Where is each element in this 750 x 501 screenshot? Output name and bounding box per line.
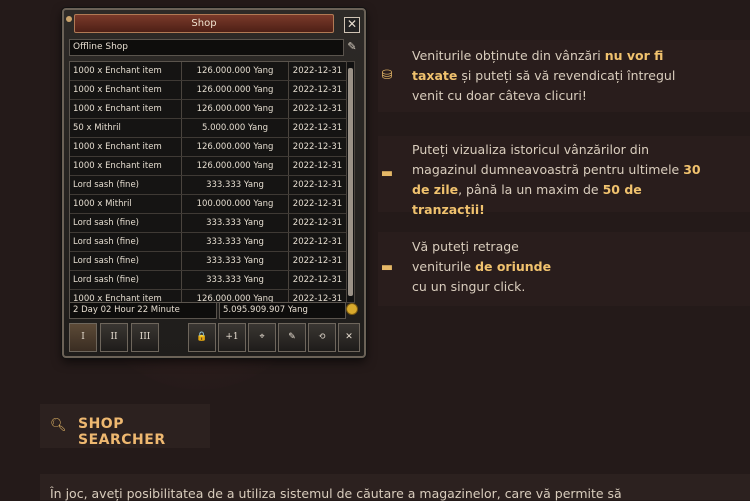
row-date: 2022-12-31 (292, 218, 343, 228)
table-row[interactable]: 1000 x Enchant item 126.000.000 Yang 2022-… (70, 100, 346, 119)
description-panel: În joc, aveți posibilitatea de a utiliza… (40, 474, 750, 501)
info-history-text: Puteți vizualiza istoricul vânzărilor di… (412, 142, 680, 177)
row-price: 333.333 Yang (182, 214, 289, 232)
time-left-field: 2 Day 02 Hour 22 Minute (69, 302, 217, 319)
row-price: 333.333 Yang (182, 252, 289, 270)
shop-name-field[interactable]: Offline Shop (69, 39, 344, 56)
info-text-tax: Veniturile obținute din vânzări nu vor f… (412, 46, 692, 106)
row-date: 2022-12-31 (292, 142, 343, 152)
info-text-history: Puteți vizualiza istoricul vânzărilor di… (412, 140, 712, 220)
row-item-name: Lord sash (fine) (70, 271, 182, 289)
page-1-button[interactable]: I (69, 323, 97, 352)
row-item-name: 1000 x Enchant item (70, 100, 182, 118)
rename-pencil-icon[interactable]: ✎ (345, 40, 359, 54)
info-history-mid: , până la un maxim de (458, 182, 603, 197)
location-button[interactable]: ⌖ (248, 323, 276, 352)
row-date: 2022-12-31 (292, 237, 343, 247)
table-row[interactable]: Lord sash (fine) 333.333 Yang 2022-12-31 (70, 252, 346, 271)
row-item-name: 1000 x Enchant item (70, 157, 182, 175)
row-item-name: 1000 x Enchant item (70, 62, 182, 80)
row-price: 100.000.000 Yang (182, 195, 289, 213)
row-item-name: 1000 x Enchant item (70, 138, 182, 156)
description-text: În joc, aveți posibilitatea de a utiliza… (50, 486, 622, 501)
row-price: 126.000.000 Yang (182, 62, 289, 80)
edit-button[interactable]: ✎ (278, 323, 306, 352)
row-item-name: 1000 x Mithril (70, 195, 182, 213)
row-price: 126.000.000 Yang (182, 81, 289, 99)
row-date: 2022-12-31 (292, 199, 343, 209)
close-shop-button[interactable]: ✕ (338, 323, 360, 352)
table-row[interactable]: Lord sash (fine) 333.333 Yang 2022-12-31 (70, 214, 346, 233)
box-icon-2: ▬ (380, 260, 394, 275)
row-price: 126.000.000 Yang (182, 100, 289, 118)
info-withdraw-line2: veniturile (412, 259, 476, 274)
row-date: 2022-12-31 (292, 104, 343, 114)
plus-one-button[interactable]: +1 (218, 323, 246, 352)
row-date: 2022-12-31 (292, 275, 343, 285)
coins-icon: ⛁ (381, 68, 393, 83)
row-price: 333.333 Yang (182, 176, 289, 194)
row-date: 2022-12-31 (292, 123, 343, 133)
row-item-name: Lord sash (fine) (70, 252, 182, 270)
row-price: 5.000.000 Yang (182, 119, 289, 137)
row-item-name: Lord sash (fine) (70, 214, 182, 232)
table-row[interactable]: Lord sash (fine) 333.333 Yang 2022-12-31 (70, 233, 346, 252)
shop-window: Shop ✕ Offline Shop ✎ 1000 x Enchant ite… (62, 8, 366, 358)
yang-coin-icon[interactable] (346, 303, 358, 315)
window-title: Shop (74, 14, 334, 33)
row-item-name: 1000 x Enchant item (70, 81, 182, 99)
box-icon: ▬ (380, 166, 394, 181)
row-price: 333.333 Yang (182, 271, 289, 289)
row-item-name: Lord sash (fine) (70, 176, 182, 194)
scrollbar-thumb[interactable] (348, 68, 353, 296)
table-row[interactable]: 1000 x Enchant item 126.000.000 Yang 2022-… (70, 157, 346, 176)
row-item-name: Lord sash (fine) (70, 233, 182, 251)
info-withdraw-bold: de oriunde (475, 259, 552, 274)
table-scrollbar[interactable] (346, 61, 355, 303)
table-row[interactable]: Lord sash (fine) 333.333 Yang 2022-12-31 (70, 176, 346, 195)
total-yang-field: 5.095.909.907 Yang (219, 302, 346, 319)
row-price: 333.333 Yang (182, 233, 289, 251)
info-block-history: ▬ Puteți vizualiza istoricul vânzărilor … (378, 136, 750, 217)
table-row[interactable]: 1000 x Mithril 100.000.000 Yang 2022-12-31 (70, 195, 346, 214)
history-button[interactable]: ⟲ (308, 323, 336, 352)
info-block-tax: ⛁ Veniturile obținute din vânzări nu vor… (378, 40, 750, 112)
row-price: 126.000.000 Yang (182, 157, 289, 175)
search-icon: 🔍︎ (50, 418, 67, 433)
table-row[interactable]: Lord sash (fine) 333.333 Yang 2022-12-31 (70, 271, 346, 290)
info-tax-pre: Veniturile obținute din vânzări (412, 48, 605, 63)
page-2-button[interactable]: II (100, 323, 128, 352)
row-price: 126.000.000 Yang (182, 138, 289, 156)
table-row[interactable]: 1000 x Enchant item 126.000.000 Yang 2022-… (70, 81, 346, 100)
row-date: 2022-12-31 (292, 66, 343, 76)
row-item-name: 50 x Mithril (70, 119, 182, 137)
info-block-withdraw: ▬ Vă puteți retrage veniturile de oriund… (378, 232, 750, 306)
window-knob-icon (66, 16, 72, 22)
row-date: 2022-12-31 (292, 256, 343, 266)
shop-searcher-title: SHOP SEARCHER (78, 416, 166, 448)
lock-button[interactable]: 🔒 (188, 323, 216, 352)
info-text-withdraw: Vă puteți retrage veniturile de oriunde … (412, 237, 692, 297)
table-row[interactable]: 1000 x Enchant item 126.000.000 Yang 2022-… (70, 138, 346, 157)
table-row[interactable]: 1000 x Enchant item 126.000.000 Yang 2022-… (70, 62, 346, 81)
row-date: 2022-12-31 (292, 85, 343, 95)
info-withdraw-line1: Vă puteți retrage (412, 239, 519, 254)
sales-history-table: 1000 x Enchant item 126.000.000 Yang 2022-… (69, 61, 347, 303)
shop-searcher-header: 🔍︎ SHOP SEARCHER (40, 404, 210, 448)
table-row[interactable]: 50 x Mithril 5.000.000 Yang 2022-12-31 (70, 119, 346, 138)
row-date: 2022-12-31 (292, 180, 343, 190)
close-window-button[interactable]: ✕ (344, 17, 360, 33)
info-withdraw-line3: cu un singur click. (412, 279, 526, 294)
page-3-button[interactable]: III (131, 323, 159, 352)
row-date: 2022-12-31 (292, 161, 343, 171)
